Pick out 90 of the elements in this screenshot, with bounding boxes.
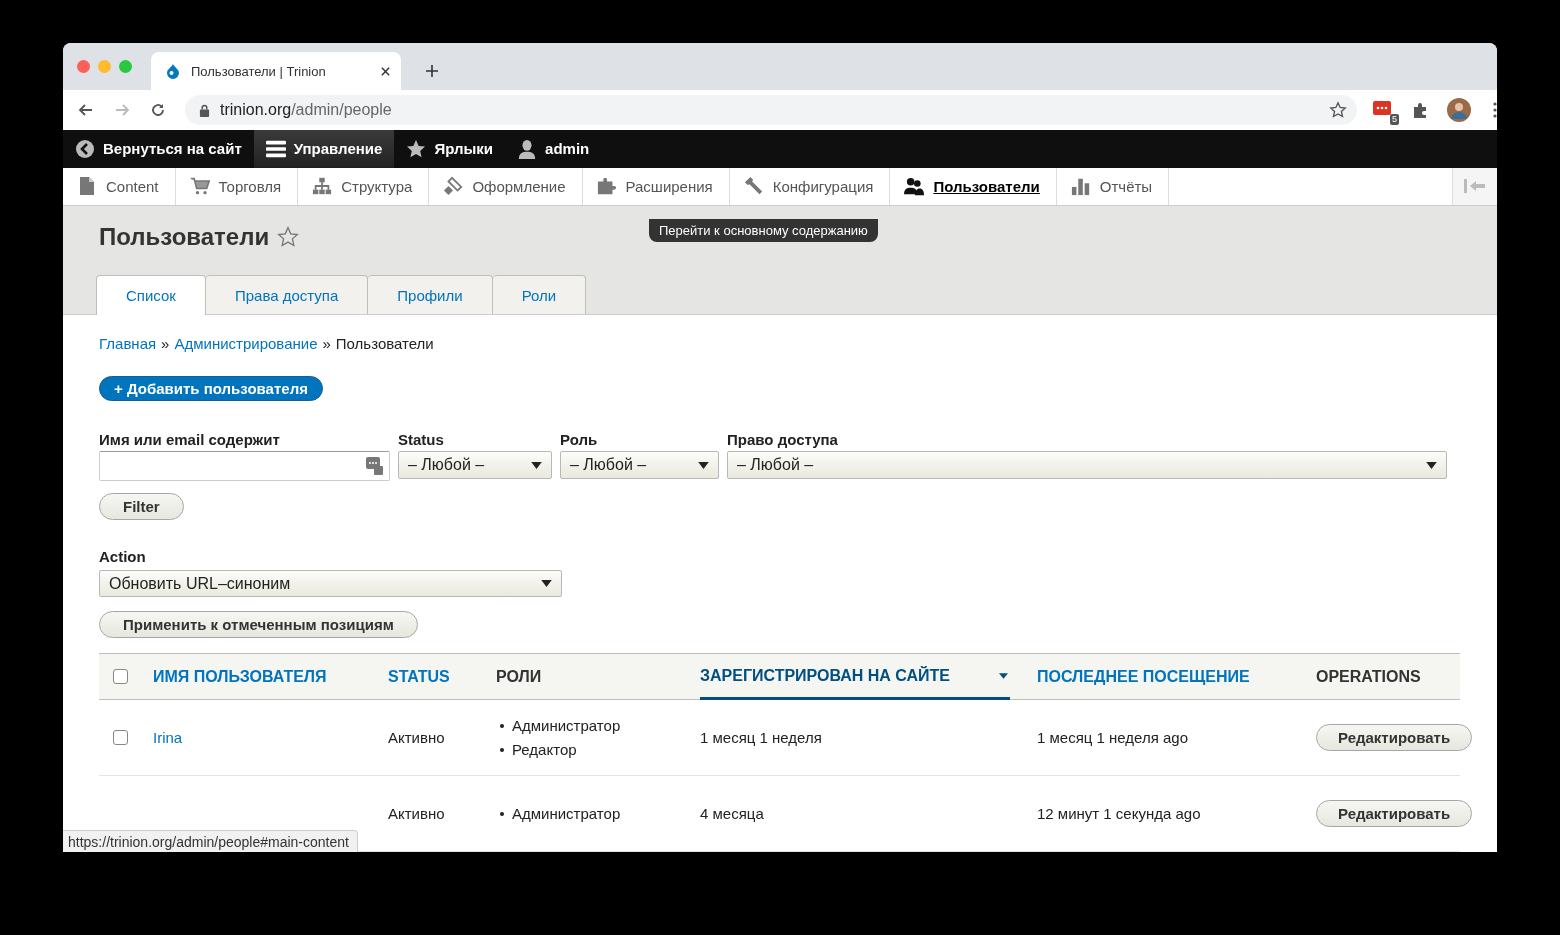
browser-tab[interactable]: Пользователи | Trinion — [151, 52, 401, 90]
role-item: Администратор — [496, 805, 621, 822]
select-all-checkbox[interactable] — [113, 669, 128, 684]
select-dropdown[interactable]: – Любой – — [727, 451, 1447, 479]
collapse-icon — [1464, 179, 1486, 194]
filter-label: Имя или email содержит — [99, 431, 281, 448]
status-text: Активно — [388, 805, 445, 822]
menu-icon[interactable] — [1493, 102, 1497, 118]
select-dropdown[interactable]: – Любой – — [398, 451, 552, 479]
menu-item[interactable]: Пользователи — [890, 167, 1057, 206]
close-icon[interactable] — [380, 65, 391, 77]
menu-item[interactable]: Отчёты — [1056, 167, 1170, 206]
menu-item[interactable]: Торговля — [175, 167, 299, 206]
column-header: РОЛИ — [496, 666, 543, 687]
registered-text: 1 месяц 1 неделя — [700, 729, 822, 746]
file-icon — [77, 176, 97, 197]
action-dropdown[interactable]: Обновить URL–синоним — [99, 570, 562, 597]
wrench-icon — [743, 176, 764, 197]
breadcrumb-separator: » — [161, 335, 170, 352]
breadcrumb-link[interactable]: Администрирование — [174, 335, 318, 352]
user-icon — [517, 138, 538, 159]
add-user-button[interactable]: + Добавить пользователя — [99, 376, 323, 401]
tab[interactable]: Роли — [492, 275, 587, 314]
column-header-link[interactable]: ИМЯ ПОЛЬЗОВАТЕЛЯ — [153, 654, 388, 699]
toolbar-item[interactable]: admin — [505, 130, 602, 168]
filter-label: Status — [398, 431, 445, 448]
back-icon — [75, 138, 95, 159]
filter-button[interactable]: Filter — [99, 493, 184, 520]
url-text: trinion.org/admin/people — [220, 101, 393, 119]
filter-label: Право доступа — [727, 431, 839, 448]
filter-label: Роль — [560, 431, 599, 448]
caret-icon — [531, 461, 542, 469]
toolbar-item[interactable]: Вернуться на сайт — [63, 130, 254, 168]
select-dropdown[interactable]: – Любой – — [560, 451, 719, 479]
last-access-text: 1 месяц 1 неделя ago — [1037, 729, 1189, 746]
new-tab-icon[interactable] — [425, 64, 439, 78]
puzzle-icon[interactable] — [1411, 101, 1429, 119]
menu-item[interactable]: Конфигурация — [729, 167, 891, 206]
role-item: Редактор — [496, 741, 577, 758]
menu-item[interactable]: Content — [63, 167, 176, 206]
column-header: OPERATIONS — [1316, 666, 1422, 687]
sort-caret-icon — [999, 672, 1008, 679]
last-access-text: 12 минут 1 секунда ago — [1037, 805, 1201, 822]
breadcrumb-link[interactable]: Главная — [99, 335, 157, 352]
breadcrumb-current: Пользователи — [335, 335, 434, 352]
users-icon — [904, 176, 925, 197]
caret-icon — [541, 580, 552, 587]
status-url: https://trinion.org/admin/people#main-content — [63, 830, 358, 852]
avatar-icon[interactable] — [1447, 98, 1471, 122]
breadcrumb-separator: » — [322, 335, 331, 352]
menu-icon — [265, 138, 286, 159]
address-bar[interactable]: trinion.org/admin/people — [185, 95, 1357, 125]
sitemap-icon — [312, 176, 333, 197]
tab[interactable]: Права доступа — [205, 275, 369, 314]
status-text: Активно — [388, 729, 445, 746]
column-header-link[interactable]: STATUS — [388, 654, 496, 699]
tab[interactable]: Профили — [368, 275, 493, 314]
menu-item[interactable]: Расширения — [582, 167, 730, 206]
action-label: Action — [99, 548, 147, 565]
reload-icon[interactable] — [149, 101, 167, 119]
menu-item[interactable]: Структура — [298, 167, 430, 206]
star-icon — [406, 138, 427, 159]
menu-item[interactable]: Оформление — [429, 167, 583, 206]
edit-button[interactable]: Редактировать — [1316, 724, 1473, 751]
registered-text: 4 месяца — [700, 805, 764, 822]
toolbar-item[interactable]: Ярлыки — [394, 130, 506, 168]
page-title: Пользователи — [99, 223, 270, 251]
username-link[interactable]: Irina — [153, 729, 183, 746]
brush-icon — [443, 176, 464, 197]
password-manager-icon[interactable] — [366, 457, 384, 475]
lock-icon — [199, 103, 210, 117]
apply-button[interactable]: Применить к отмеченным позициям — [99, 611, 418, 638]
cart-icon — [189, 176, 210, 197]
collapse-button[interactable] — [1452, 167, 1497, 206]
edit-button[interactable]: Редактировать — [1316, 800, 1473, 827]
role-item: Администратор — [496, 717, 621, 734]
bar-chart-icon — [1070, 176, 1091, 197]
bookmark-star-icon[interactable] — [1329, 101, 1347, 119]
skip-link-tooltip[interactable]: Перейти к основному содержанию — [649, 219, 878, 242]
search-field[interactable] — [99, 451, 390, 481]
caret-icon — [1426, 461, 1437, 469]
caret-icon — [698, 461, 709, 469]
row-checkbox[interactable] — [113, 730, 128, 745]
puzzle-icon — [596, 176, 617, 197]
drop-icon — [165, 63, 181, 79]
toolbar-item[interactable]: Управление — [253, 130, 395, 168]
column-header-link[interactable]: ПОСЛЕДНЕЕ ПОСЕЩЕНИЕ — [1037, 654, 1316, 699]
tab[interactable]: Список — [96, 275, 206, 315]
column-header-link[interactable]: ЗАРЕГИСТРИРОВАН НА САЙТЕ — [700, 654, 1010, 700]
star-icon[interactable] — [277, 226, 300, 248]
